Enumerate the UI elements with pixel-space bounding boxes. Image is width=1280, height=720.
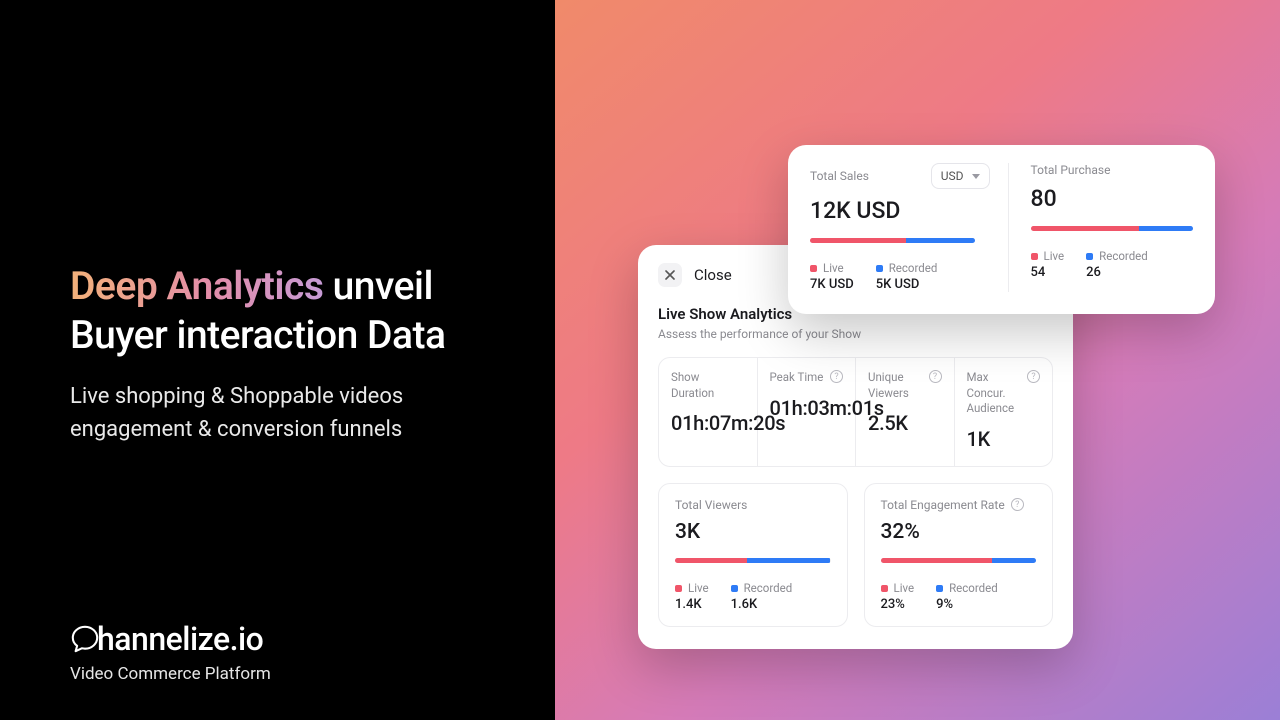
legend-recorded: Recorded26 <box>1086 249 1148 280</box>
brand-tagline: Video Commerce Platform <box>70 664 271 684</box>
split-bar <box>810 238 975 243</box>
metric-value: 2.5K <box>868 411 942 436</box>
legend-live: Live54 <box>1031 249 1065 280</box>
bar-recorded <box>1139 226 1193 231</box>
panel-value: 3K <box>675 520 831 544</box>
panel-label: Total Engagement Rate <box>881 498 1005 512</box>
metric-max-concurrent: Max Concur. Audience? 1K <box>955 358 1053 466</box>
brand-block: hannelize.io Video Commerce Platform <box>70 620 271 684</box>
metric-unique-viewers: Unique Viewers? 2.5K <box>856 358 955 466</box>
bar-recorded <box>747 558 831 563</box>
legend-live: Live1.4K <box>675 581 709 612</box>
chat-bubble-icon <box>70 624 100 654</box>
chevron-down-icon <box>972 174 980 179</box>
close-button[interactable] <box>658 263 682 287</box>
bar-live <box>881 558 993 563</box>
info-icon[interactable]: ? <box>1027 370 1040 383</box>
currency-value: USD <box>941 169 964 183</box>
hero-headline: Deep Analytics unveil Buyer interaction … <box>70 262 490 360</box>
metric-value: 01h:07m:20s <box>671 411 745 436</box>
bar-live <box>810 238 906 243</box>
panel-label: Total Sales <box>810 169 869 183</box>
legend-live: Live7K USD <box>810 261 854 292</box>
hero-headline-emphasis: Deep Analytics <box>70 263 323 309</box>
close-icon <box>665 270 675 280</box>
info-icon[interactable]: ? <box>929 370 942 383</box>
panel-total-viewers: Total Viewers 3K Live1.4K Recorded1.6K <box>658 483 848 627</box>
bar-live <box>675 558 747 563</box>
hero-subhead: Live shopping & Shoppable videos engagem… <box>70 380 490 446</box>
metric-label: Max Concur. Audience <box>967 370 1022 417</box>
bar-recorded <box>906 238 975 243</box>
sales-card: Total Sales USD 12K USD Live7K USD Recor… <box>788 145 1215 314</box>
bar-live <box>1031 226 1140 231</box>
info-icon[interactable]: ? <box>1011 498 1024 511</box>
brand-logo: hannelize.io <box>70 620 271 658</box>
panel-engagement-rate: Total Engagement Rate? 32% Live23% Recor… <box>864 483 1054 627</box>
bar-recorded <box>992 558 1036 563</box>
metric-label: Unique Viewers <box>868 370 923 401</box>
metric-label: Peak Time <box>770 370 824 386</box>
panel-total-purchase: Total Purchase 80 Live54 Recorded26 <box>1008 163 1193 292</box>
split-bar <box>1031 226 1193 231</box>
metric-peak-time: Peak Time? 01h:03m:01s <box>758 358 857 466</box>
legend-recorded: Recorded5K USD <box>876 261 938 292</box>
legend-live: Live23% <box>881 581 915 612</box>
metrics-row: Show Duration 01h:07m:20s Peak Time? 01h… <box>658 357 1053 467</box>
legend-recorded: Recorded1.6K <box>731 581 793 612</box>
panel-value: 80 <box>1031 185 1193 212</box>
brand-name: hannelize.io <box>97 620 263 658</box>
panel-label: Total Purchase <box>1031 163 1193 177</box>
panel-value: 32% <box>881 520 1037 544</box>
legend-recorded: Recorded9% <box>936 581 998 612</box>
panel-value: 12K USD <box>810 197 990 224</box>
split-bar <box>881 558 1037 563</box>
split-bar <box>675 558 831 563</box>
analytics-subtitle: Assess the performance of your Show <box>658 327 1053 341</box>
metric-value: 01h:03m:01s <box>770 396 844 421</box>
info-icon[interactable]: ? <box>830 370 843 383</box>
close-label: Close <box>694 266 732 284</box>
metric-value: 1K <box>967 427 1041 452</box>
metric-show-duration: Show Duration 01h:07m:20s <box>659 358 758 466</box>
currency-select[interactable]: USD <box>931 163 990 189</box>
metric-label: Show Duration <box>671 370 745 401</box>
panel-label: Total Viewers <box>675 498 747 512</box>
panel-total-sales: Total Sales USD 12K USD Live7K USD Recor… <box>810 163 1008 292</box>
